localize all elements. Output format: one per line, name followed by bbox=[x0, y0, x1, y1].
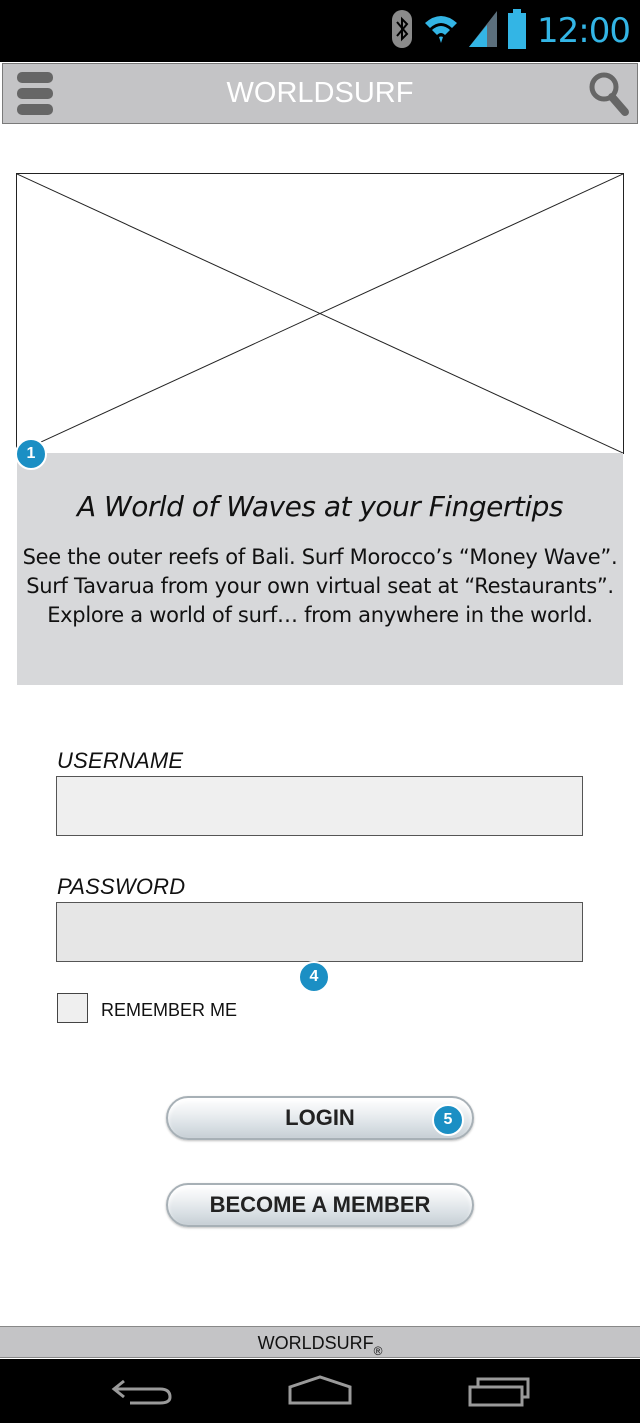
annotation-badge-1: 1 bbox=[15, 438, 47, 470]
become-member-button-label: BECOME A MEMBER bbox=[209, 1192, 431, 1217]
footer-brand: WORLDSURF bbox=[257, 1333, 374, 1353]
clock: 12:00 bbox=[537, 11, 631, 51]
login-screen: 12:00 WORLDSURF A World of Waves at your bbox=[0, 0, 640, 1423]
hero-description: See the outer reefs of Bali. Surf Morocc… bbox=[17, 543, 623, 630]
hero-line: See the outer reefs of Bali. Surf Morocc… bbox=[22, 545, 618, 569]
hero-line: Explore a world of surf… from anywhere i… bbox=[47, 603, 593, 627]
footer-bar: WORLDSURF® bbox=[0, 1326, 640, 1358]
registered-mark: ® bbox=[373, 1344, 383, 1358]
app-bar: WORLDSURF bbox=[2, 63, 638, 124]
system-navigation-bar bbox=[0, 1359, 640, 1423]
home-icon[interactable] bbox=[286, 1373, 354, 1409]
hero-caption: A World of Waves at your Fingertips See … bbox=[17, 453, 623, 685]
annotation-badge-4: 4 bbox=[298, 961, 330, 993]
remember-me-label: REMEMBER ME bbox=[101, 1000, 238, 1020]
username-input[interactable] bbox=[56, 776, 583, 836]
image-placeholder-icon bbox=[16, 173, 624, 454]
app-title: WORLDSURF bbox=[226, 77, 414, 109]
search-icon[interactable] bbox=[587, 70, 631, 118]
back-icon[interactable] bbox=[110, 1373, 174, 1409]
login-button[interactable]: LOGIN bbox=[166, 1096, 474, 1140]
bluetooth-icon bbox=[391, 9, 413, 54]
remember-me-checkbox[interactable] bbox=[57, 993, 88, 1023]
hero-line: Surf Tavarua from your own virtual seat … bbox=[26, 574, 614, 598]
battery-icon bbox=[507, 8, 527, 54]
become-member-button[interactable]: BECOME A MEMBER bbox=[166, 1183, 474, 1227]
signal-icon bbox=[469, 10, 498, 52]
login-button-label: LOGIN bbox=[285, 1105, 355, 1130]
hero-image-placeholder bbox=[16, 173, 624, 454]
recent-apps-icon[interactable] bbox=[466, 1373, 532, 1409]
status-bar: 12:00 bbox=[0, 0, 640, 62]
username-label: USERNAME bbox=[57, 748, 184, 773]
password-input[interactable] bbox=[56, 902, 583, 962]
wifi-icon bbox=[423, 11, 459, 52]
status-icons: 12:00 bbox=[391, 8, 631, 54]
hero-heading: A World of Waves at your Fingertips bbox=[77, 490, 563, 523]
password-label: PASSWORD bbox=[57, 874, 186, 899]
annotation-badge-5: 5 bbox=[432, 1104, 464, 1136]
